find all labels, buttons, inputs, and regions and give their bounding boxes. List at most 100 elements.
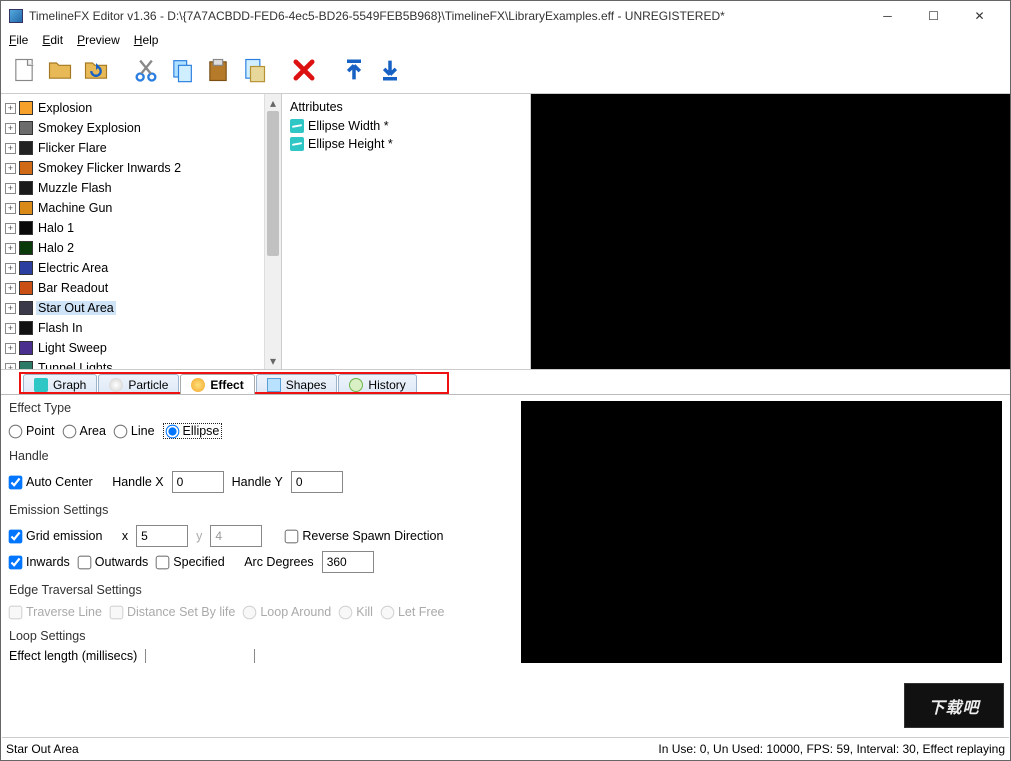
attribute-item[interactable]: Ellipse Height * bbox=[290, 135, 522, 153]
menu-preview[interactable]: Preview bbox=[77, 33, 120, 47]
open-folder-button[interactable] bbox=[43, 53, 77, 87]
attribute-item[interactable]: Ellipse Width * bbox=[290, 117, 522, 135]
effect-icon bbox=[19, 181, 33, 195]
tree-item[interactable]: + Flicker Flare bbox=[1, 138, 264, 158]
expander-icon[interactable]: + bbox=[5, 203, 16, 214]
preview-viewport-lower[interactable] bbox=[521, 401, 1002, 663]
tab-particle[interactable]: Particle bbox=[98, 374, 179, 394]
tree-item[interactable]: + Explosion bbox=[1, 98, 264, 118]
tree-item[interactable]: + Muzzle Flash bbox=[1, 178, 264, 198]
check-distance-by-life: Distance Set By life bbox=[110, 605, 235, 619]
effect-icon bbox=[19, 281, 33, 295]
expander-icon[interactable]: + bbox=[5, 143, 16, 154]
watermark-badge: 下载吧 bbox=[904, 683, 1004, 728]
tabstrip: Graph Particle Effect Shapes History bbox=[1, 370, 1010, 394]
check-reverse-spawn[interactable]: Reverse Spawn Direction bbox=[285, 529, 443, 543]
check-grid-emission[interactable]: Grid emission bbox=[9, 529, 102, 543]
effect-icon bbox=[19, 221, 33, 235]
tree-scrollbar[interactable]: ▴ ▾ bbox=[264, 94, 281, 369]
tree-item[interactable]: + Halo 2 bbox=[1, 238, 264, 258]
upload-button[interactable] bbox=[337, 53, 371, 87]
effect-icon bbox=[19, 101, 33, 115]
expander-icon[interactable]: + bbox=[5, 343, 16, 354]
paste-button[interactable] bbox=[201, 53, 235, 87]
new-file-button[interactable] bbox=[7, 53, 41, 87]
effect-length-input[interactable] bbox=[145, 649, 255, 663]
radio-let-free: Let Free bbox=[381, 605, 445, 619]
tree-item[interactable]: + Halo 1 bbox=[1, 218, 264, 238]
expander-icon[interactable]: + bbox=[5, 223, 16, 234]
radio-line[interactable]: Line bbox=[114, 424, 155, 438]
grid-x-label: x bbox=[122, 529, 128, 543]
expander-icon[interactable]: + bbox=[5, 303, 16, 314]
maximize-button[interactable]: ☐ bbox=[911, 2, 956, 30]
radio-loop-around: Loop Around bbox=[243, 605, 331, 619]
refresh-folder-button[interactable] bbox=[79, 53, 113, 87]
menu-help[interactable]: Help bbox=[134, 33, 159, 47]
effect-form: Effect Type Point Area Line Ellipse Hand… bbox=[9, 401, 517, 663]
expander-icon[interactable]: + bbox=[5, 323, 16, 334]
attribute-icon bbox=[290, 119, 304, 133]
tab-graph[interactable]: Graph bbox=[23, 374, 97, 394]
tree-item[interactable]: + Smokey Explosion bbox=[1, 118, 264, 138]
tree-item[interactable]: + Flash In bbox=[1, 318, 264, 338]
expander-icon[interactable]: + bbox=[5, 243, 16, 254]
effect-icon bbox=[191, 378, 205, 392]
expander-icon[interactable]: + bbox=[5, 123, 16, 134]
close-button[interactable]: ✕ bbox=[957, 2, 1002, 30]
grid-x-input[interactable] bbox=[136, 525, 188, 547]
tree-item[interactable]: + Machine Gun bbox=[1, 198, 264, 218]
tree-item[interactable]: + Light Sweep bbox=[1, 338, 264, 358]
radio-ellipse[interactable]: Ellipse bbox=[163, 423, 223, 439]
menubar: File Edit Preview Help bbox=[1, 31, 1010, 49]
menu-edit[interactable]: Edit bbox=[42, 33, 63, 47]
expander-icon[interactable]: + bbox=[5, 103, 16, 114]
expander-icon[interactable]: + bbox=[5, 363, 16, 370]
status-right: In Use: 0, Un Used: 10000, FPS: 59, Inte… bbox=[658, 742, 1005, 756]
tree-item[interactable]: + Electric Area bbox=[1, 258, 264, 278]
attributes-header: Attributes bbox=[290, 100, 522, 114]
tree-item[interactable]: + Star Out Area bbox=[1, 298, 264, 318]
effect-icon bbox=[19, 141, 33, 155]
tree-item[interactable]: + Tunnel Lights bbox=[1, 358, 264, 369]
tree-item-label: Electric Area bbox=[36, 261, 110, 275]
check-inwards[interactable]: Inwards bbox=[9, 555, 70, 569]
copy-button[interactable] bbox=[165, 53, 199, 87]
grid-y-input bbox=[210, 525, 262, 547]
effect-icon bbox=[19, 361, 33, 369]
arc-degrees-input[interactable] bbox=[322, 551, 374, 573]
effect-icon bbox=[19, 121, 33, 135]
minimize-button[interactable]: ─ bbox=[865, 2, 910, 30]
expander-icon[interactable]: + bbox=[5, 183, 16, 194]
particle-icon bbox=[109, 378, 123, 392]
tab-effect[interactable]: Effect bbox=[180, 374, 254, 394]
radio-point[interactable]: Point bbox=[9, 424, 55, 438]
radio-area[interactable]: Area bbox=[63, 424, 106, 438]
cut-button[interactable] bbox=[129, 53, 163, 87]
tab-history[interactable]: History bbox=[338, 374, 416, 394]
handle-header: Handle bbox=[9, 449, 517, 463]
check-specified[interactable]: Specified bbox=[156, 555, 224, 569]
delete-button[interactable] bbox=[287, 53, 321, 87]
tree-item-label: Muzzle Flash bbox=[36, 181, 114, 195]
tree-item-label: Halo 2 bbox=[36, 241, 76, 255]
tree-item[interactable]: + Smokey Flicker Inwards 2 bbox=[1, 158, 264, 178]
download-button[interactable] bbox=[373, 53, 407, 87]
tree-item[interactable]: + Bar Readout bbox=[1, 278, 264, 298]
paste-doc-button[interactable] bbox=[237, 53, 271, 87]
check-outwards[interactable]: Outwards bbox=[78, 555, 149, 569]
effect-icon bbox=[19, 321, 33, 335]
loop-header: Loop Settings bbox=[9, 629, 517, 643]
expander-icon[interactable]: + bbox=[5, 163, 16, 174]
preview-viewport[interactable] bbox=[531, 94, 1010, 369]
effect-icon bbox=[19, 201, 33, 215]
check-auto-center[interactable]: Auto Center bbox=[9, 475, 93, 489]
menu-file[interactable]: File bbox=[9, 33, 28, 47]
handle-y-input[interactable] bbox=[291, 471, 343, 493]
expander-icon[interactable]: + bbox=[5, 283, 16, 294]
window-title: TimelineFX Editor v1.36 - D:\{7A7ACBDD-F… bbox=[29, 9, 865, 23]
handle-x-input[interactable] bbox=[172, 471, 224, 493]
effect-icon bbox=[19, 301, 33, 315]
expander-icon[interactable]: + bbox=[5, 263, 16, 274]
tab-shapes[interactable]: Shapes bbox=[256, 374, 338, 394]
